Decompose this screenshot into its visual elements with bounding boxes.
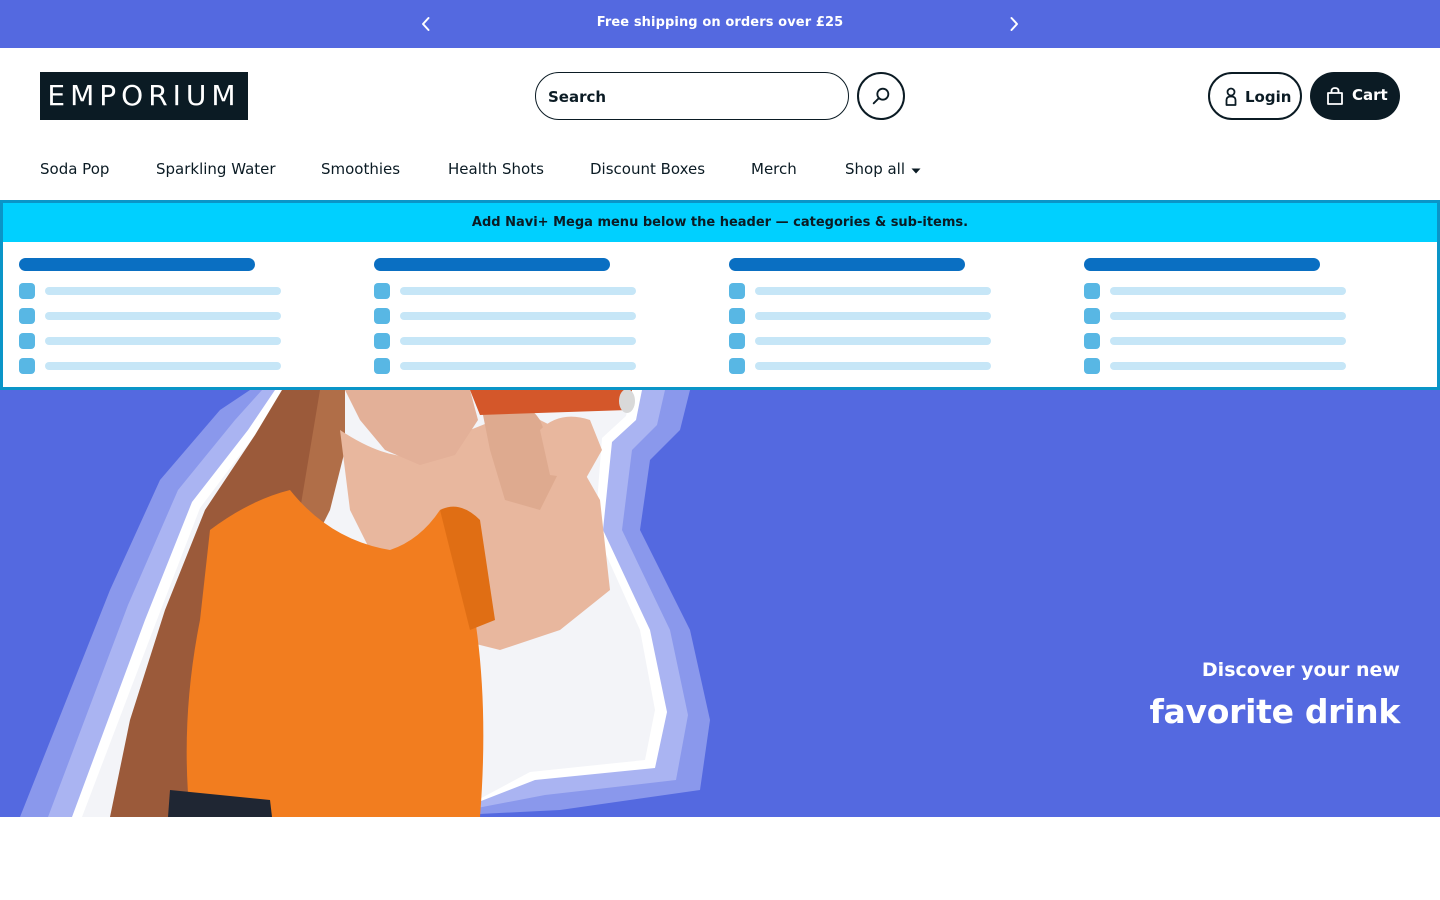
nav-item-merch[interactable]: Merch	[751, 160, 797, 178]
placeholder-heading	[19, 258, 255, 271]
placeholder-item	[1084, 308, 1354, 324]
placeholder-item	[1084, 358, 1354, 374]
nav-item-health-shots[interactable]: Health Shots	[448, 160, 544, 178]
mega-menu-column	[19, 258, 319, 378]
hero-subtitle: Discover your new	[1201, 659, 1400, 681]
placeholder-item	[1084, 283, 1354, 299]
site-logo[interactable]: EMPORIUM	[40, 72, 248, 120]
nav-item-shop-all-label: Shop all	[845, 160, 906, 178]
mega-menu-banner: Add Navi+ Mega menu below the header — c…	[3, 203, 1437, 242]
shopping-bag-icon	[1327, 87, 1343, 105]
placeholder-item	[1084, 333, 1354, 349]
placeholder-item	[19, 308, 289, 324]
placeholder-item	[729, 308, 999, 324]
placeholder-item	[374, 308, 644, 324]
hero-title: favorite drink	[1149, 692, 1401, 731]
mega-menu-column	[729, 258, 1029, 378]
search-input[interactable]: Search	[535, 72, 849, 120]
placeholder-item	[19, 358, 289, 374]
placeholder-item	[729, 283, 999, 299]
placeholder-item	[729, 333, 999, 349]
search-icon	[872, 87, 890, 105]
placeholder-item	[374, 358, 644, 374]
nav-item-smoothies[interactable]: Smoothies	[321, 160, 400, 178]
placeholder-item	[374, 283, 644, 299]
main-navigation: Soda Pop Sparkling Water Smoothies Healt…	[0, 160, 1440, 188]
placeholder-item	[19, 283, 289, 299]
cart-label: Cart	[1352, 86, 1388, 104]
login-label: Login	[1245, 88, 1292, 106]
placeholder-heading	[729, 258, 965, 271]
placeholder-item	[19, 333, 289, 349]
cart-button[interactable]: Cart	[1310, 72, 1400, 120]
mega-menu-column	[374, 258, 674, 378]
user-icon	[1225, 87, 1237, 106]
placeholder-heading	[374, 258, 610, 271]
nav-item-discount-boxes[interactable]: Discount Boxes	[590, 160, 705, 178]
caret-down-icon	[911, 161, 921, 179]
hero-image	[20, 390, 710, 817]
announcement-bar: Free shipping on orders over £25	[0, 0, 1440, 48]
chevron-right-icon	[1010, 17, 1018, 31]
placeholder-heading	[1084, 258, 1320, 271]
hero-banner: Discover your new favorite drink	[0, 390, 1440, 817]
nav-item-soda-pop[interactable]: Soda Pop	[40, 160, 109, 178]
search-button[interactable]	[857, 72, 905, 120]
placeholder-item	[374, 333, 644, 349]
login-button[interactable]: Login	[1208, 72, 1302, 120]
placeholder-item	[729, 358, 999, 374]
search-placeholder: Search	[548, 88, 607, 106]
site-header: EMPORIUM Search Login Cart Soda Pop Spar…	[0, 48, 1440, 200]
announcement-text: Free shipping on orders over £25	[596, 15, 844, 30]
mega-menu-placeholder: Add Navi+ Mega menu below the header — c…	[0, 200, 1440, 390]
announcement-next-button[interactable]	[1002, 12, 1026, 36]
nav-item-shop-all[interactable]: Shop all	[845, 160, 921, 179]
nav-item-sparkling-water[interactable]: Sparkling Water	[156, 160, 276, 178]
mega-menu-column	[1084, 258, 1384, 378]
